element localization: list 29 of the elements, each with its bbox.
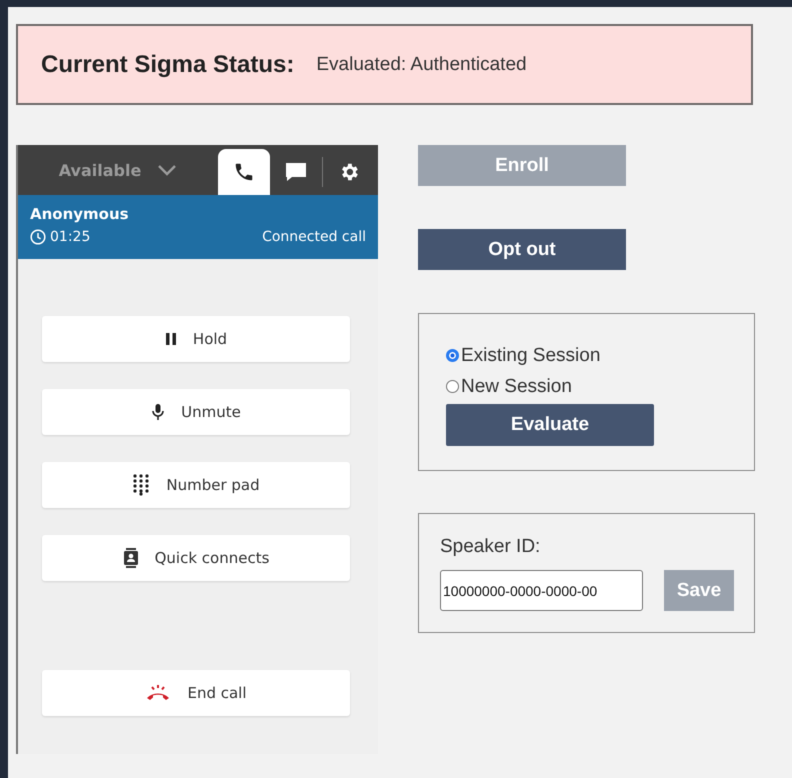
chat-icon (284, 161, 308, 183)
phone-tab[interactable] (218, 149, 270, 195)
numpad-button[interactable]: Number pad (42, 462, 350, 508)
radio-label: New Session (461, 376, 572, 398)
call-timer: 01:25 (50, 229, 90, 245)
microphone-icon (151, 403, 166, 421)
pause-icon (164, 332, 177, 346)
end-button[interactable]: End call (42, 670, 350, 716)
speaker-id-label: Speaker ID: (440, 536, 542, 558)
radio-label: Existing Session (461, 344, 600, 366)
call-state: Connected call (262, 229, 366, 245)
contacts-button[interactable]: Quick connects (42, 535, 350, 581)
keypad-icon (132, 474, 150, 496)
phone-icon (233, 161, 255, 183)
hang-up-icon (145, 684, 172, 702)
contact-book-icon (122, 548, 139, 568)
mic-button[interactable]: Unmute (42, 389, 350, 435)
agent-status-dropdown[interactable]: Available (18, 145, 218, 195)
evaluate-button[interactable]: Evaluate (446, 404, 654, 446)
hold-button[interactable]: Hold (42, 316, 350, 362)
chevron-down-icon (157, 164, 178, 176)
radio-button[interactable] (446, 349, 459, 362)
radio-button[interactable] (446, 380, 459, 393)
speaker-id-field[interactable]: 10000000-0000-0000-00 (440, 570, 643, 611)
status-value: Evaluated: Authenticated (316, 54, 527, 76)
contact-name: Anonymous (30, 205, 130, 223)
opt-out-button[interactable]: Opt out (418, 229, 626, 270)
clock-icon (30, 229, 46, 245)
status-label: Current Sigma Status: (41, 50, 294, 78)
